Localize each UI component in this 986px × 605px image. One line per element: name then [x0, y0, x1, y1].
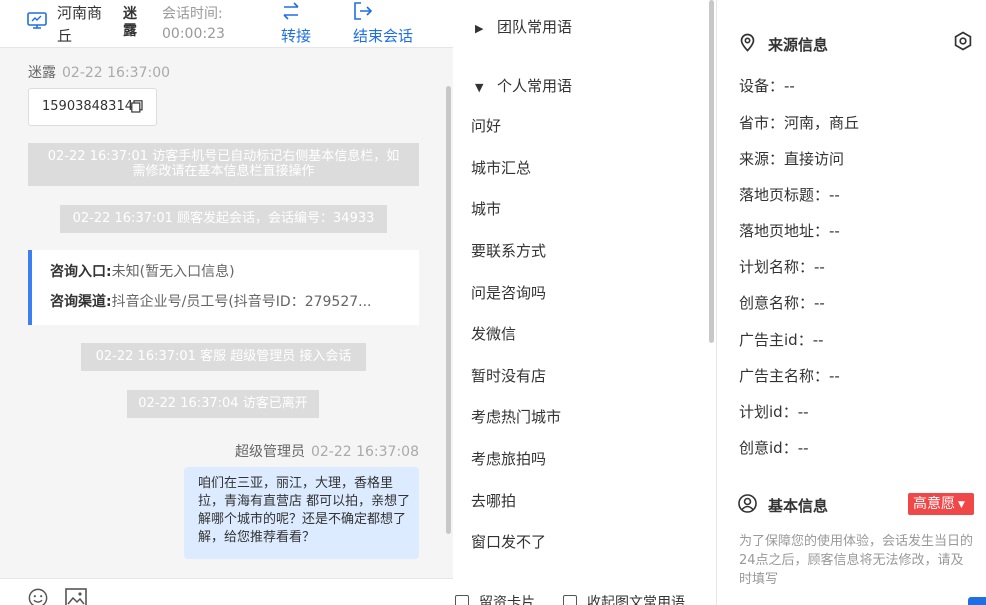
- team-phrases-group[interactable]: ▶ 团队常用语: [475, 16, 572, 37]
- phrase-item[interactable]: 去哪拍: [471, 490, 516, 511]
- caret-down-icon: ▼: [958, 500, 965, 510]
- phrase-item[interactable]: 暂时没有店: [471, 365, 546, 386]
- consult-channel-key: 咨询渠道:: [50, 294, 112, 310]
- monitor-icon: [27, 12, 47, 29]
- user-circle-icon: [738, 494, 757, 513]
- phrase-item[interactable]: 发微信: [471, 323, 516, 344]
- location-pin-icon: [740, 33, 755, 52]
- caret-right-icon: ▶: [475, 22, 484, 35]
- phrase-item[interactable]: 问好: [471, 115, 501, 136]
- intent-tag-dropdown[interactable]: 高意愿 ▼: [908, 493, 974, 515]
- card-icon: [455, 595, 469, 605]
- info-field: 计划id：--: [739, 403, 809, 421]
- chat-input-toolbar: [0, 578, 453, 605]
- info-field: 省市：河南，商丘: [739, 114, 860, 132]
- agent-message-bubble: 咱们在三亚，丽江，大理，香格里拉，青海有直营店 都可以拍，亲想了解哪个城市的呢？…: [184, 467, 419, 559]
- transfer-button[interactable]: 转接: [281, 0, 321, 46]
- info-field: 广告主名称：--: [739, 367, 840, 385]
- consult-info-card: 咨询入口:未知(暂无入口信息) 咨询渠道:抖音企业号/员工号(抖音号ID：279…: [28, 250, 419, 325]
- info-field: 落地页标题：--: [739, 186, 840, 204]
- session-time: 00:00:23: [162, 26, 225, 42]
- transfer-label: 转接: [281, 27, 312, 45]
- info-field: 广告主id：--: [739, 331, 824, 349]
- visitor-message-meta: 迷露 02-22 16:37:00: [28, 62, 170, 82]
- phrase-item[interactable]: 城市汇总: [471, 157, 531, 178]
- transfer-icon: [283, 2, 299, 20]
- phrase-item[interactable]: 考虑旅拍吗: [471, 448, 546, 469]
- image-icon[interactable]: [65, 588, 87, 605]
- exit-icon: [354, 2, 373, 20]
- agent-message-name: 超级管理员: [234, 444, 305, 460]
- phrase-item[interactable]: 考虑热门城市: [471, 406, 561, 427]
- emoji-icon[interactable]: [27, 588, 49, 605]
- consult-entry-key: 咨询入口:: [50, 264, 112, 280]
- lead-card-button[interactable]: 留资卡片: [455, 592, 535, 605]
- info-field: 创意名称：--: [739, 294, 825, 312]
- visitor-info-panel: 来源信息 设备：-- 省市：河南，商丘 来源：直接访问 落地页标题：-- 落地页…: [718, 0, 986, 605]
- collapse-phrases-label: 收起图文常用语: [587, 595, 685, 605]
- personal-phrases-label: 个人常用语: [497, 77, 573, 95]
- phrases-scrollbar[interactable]: [709, 0, 714, 343]
- lead-card-label: 留资卡片: [479, 595, 535, 605]
- visitor-name: 迷露: [123, 6, 137, 39]
- document-icon: [563, 595, 577, 605]
- source-info-title: 来源信息: [738, 33, 828, 55]
- phrase-item[interactable]: 问是咨询吗: [471, 282, 546, 303]
- agent-message-time: 02-22 16:37:08: [310, 444, 419, 460]
- consult-entry-value: 未知(暂无入口信息): [111, 264, 235, 280]
- consult-channel-row: 咨询渠道:抖音企业号/员工号(抖音号ID：279527...: [50, 292, 415, 322]
- info-field: 落地页地址：--: [739, 222, 840, 240]
- visitor-phone-message: 15903848314: [28, 88, 157, 126]
- system-message-visitor-left: 02-22 16:37:04 访客已离开: [127, 390, 319, 418]
- phrase-item[interactable]: 要联系方式: [471, 240, 546, 261]
- info-field: 来源：直接访问: [739, 150, 845, 168]
- consult-entry-row: 咨询入口:未知(暂无入口信息): [50, 262, 415, 292]
- end-session-button[interactable]: 结束会话: [353, 0, 423, 46]
- team-phrases-label: 团队常用语: [497, 18, 573, 36]
- intent-tag-label: 高意愿: [913, 496, 955, 512]
- chat-header: 河南商丘 迷露 会话时间: 00:00:23 转接 结束会话: [0, 0, 453, 48]
- copy-icon[interactable]: [131, 100, 143, 113]
- visitor-message-name: 迷露: [28, 65, 56, 81]
- system-message-session-start: 02-22 16:37:01 顾客发起会话，会话编号：34933: [60, 205, 387, 233]
- caret-down-icon: ▼: [475, 81, 484, 94]
- edit-notice: 为了保障您的使用体验，会话发生当日的24点之后，顾客信息将无法修改，请及时填写: [739, 534, 974, 587]
- visitor-phone-number: 15903848314: [42, 99, 133, 114]
- system-message-phone-marked: 02-22 16:37:01 访客手机号已自动标记右侧基本信息栏，如需修改请在基…: [28, 143, 419, 186]
- chat-panel: 河南商丘 迷露 会话时间: 00:00:23 转接 结束会话 迷露 02-22 1…: [0, 0, 453, 605]
- phrase-item[interactable]: 城市: [471, 198, 501, 219]
- visitor-message-time: 02-22 16:37:00: [62, 65, 171, 81]
- collapse-phrases-button[interactable]: 收起图文常用语: [563, 592, 685, 605]
- info-field: 设备：--: [739, 77, 795, 95]
- phrase-item[interactable]: 窗口发不了: [471, 531, 546, 552]
- personal-phrases-group[interactable]: ▼ 个人常用语: [475, 75, 572, 96]
- visitor-location: 河南商丘: [57, 4, 103, 45]
- quick-phrases-panel: ▶ 团队常用语 ▼ 个人常用语 问好 城市汇总 城市 要联系方式 问是咨询吗 发微信…: [453, 0, 717, 605]
- session-time-label: 会话时间:: [162, 6, 223, 22]
- floating-button[interactable]: [968, 597, 986, 605]
- system-message-agent-joined: 02-22 16:37:01 客服 超级管理员 接入会话: [81, 343, 366, 371]
- end-session-label: 结束会话: [353, 27, 414, 45]
- basic-info-title: 基本信息: [738, 494, 828, 516]
- settings-icon[interactable]: [953, 31, 973, 51]
- info-field: 计划名称：--: [739, 258, 825, 276]
- chat-scrollbar[interactable]: [446, 86, 451, 534]
- info-field: 创意id：--: [739, 439, 809, 457]
- chat-workspace: 河南商丘 迷露 会话时间: 00:00:23 转接 结束会话 迷露 02-22 1…: [0, 0, 986, 605]
- consult-channel-value: 抖音企业号/员工号(抖音号ID：279527...: [111, 294, 372, 310]
- agent-message-meta: 超级管理员 02-22 16:37:08: [235, 441, 419, 461]
